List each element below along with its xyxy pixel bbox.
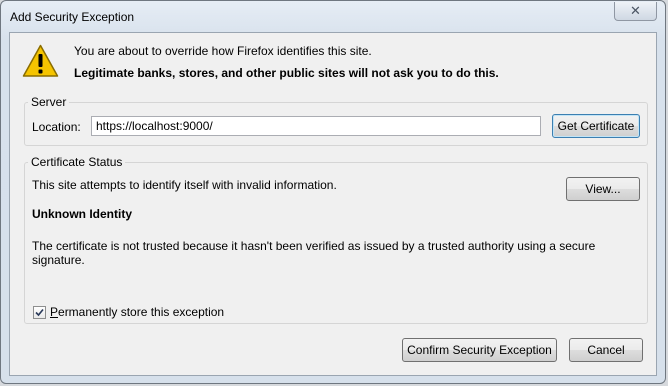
close-button[interactable]: ✕ xyxy=(614,2,657,21)
cancel-button[interactable]: Cancel xyxy=(569,338,643,362)
status-text: This site attempts to identify itself wi… xyxy=(32,178,337,192)
get-certificate-label: Get Certificate xyxy=(557,119,635,133)
permanent-store-checkbox[interactable] xyxy=(33,306,46,319)
certificate-detail-text: The certificate is not trusted because i… xyxy=(32,239,596,267)
location-input[interactable]: https://localhost:9000/ xyxy=(91,116,541,136)
override-message: You are about to override how Firefox id… xyxy=(74,44,372,58)
confirm-label: Confirm Security Exception xyxy=(407,343,552,357)
view-button[interactable]: View... xyxy=(566,177,640,201)
server-legend: Server xyxy=(28,95,70,109)
title-bar: Add Security Exception ✕ xyxy=(1,1,665,33)
cancel-label: Cancel xyxy=(587,343,625,357)
server-group: Server Location: https://localhost:9000/… xyxy=(24,95,648,146)
warning-icon xyxy=(22,44,59,77)
add-security-exception-dialog: Add Security Exception ✕ You are about t… xyxy=(0,0,666,384)
checkmark-icon xyxy=(35,308,44,317)
view-label: View... xyxy=(585,182,621,196)
dialog-content: You are about to override how Firefox id… xyxy=(9,32,657,376)
location-label: Location: xyxy=(32,120,81,134)
close-icon: ✕ xyxy=(630,3,641,18)
get-certificate-button[interactable]: Get Certificate xyxy=(552,114,640,138)
warning-message: Legitimate banks, stores, and other publ… xyxy=(74,66,499,80)
window-title: Add Security Exception xyxy=(10,10,135,24)
permanent-store-label[interactable]: Permanently store this exception xyxy=(50,305,224,319)
confirm-security-exception-button[interactable]: Confirm Security Exception xyxy=(402,338,557,362)
certificate-status-legend: Certificate Status xyxy=(28,155,126,169)
certificate-status-group: Certificate Status This site attempts to… xyxy=(24,155,648,324)
identity-heading: Unknown Identity xyxy=(32,207,132,221)
